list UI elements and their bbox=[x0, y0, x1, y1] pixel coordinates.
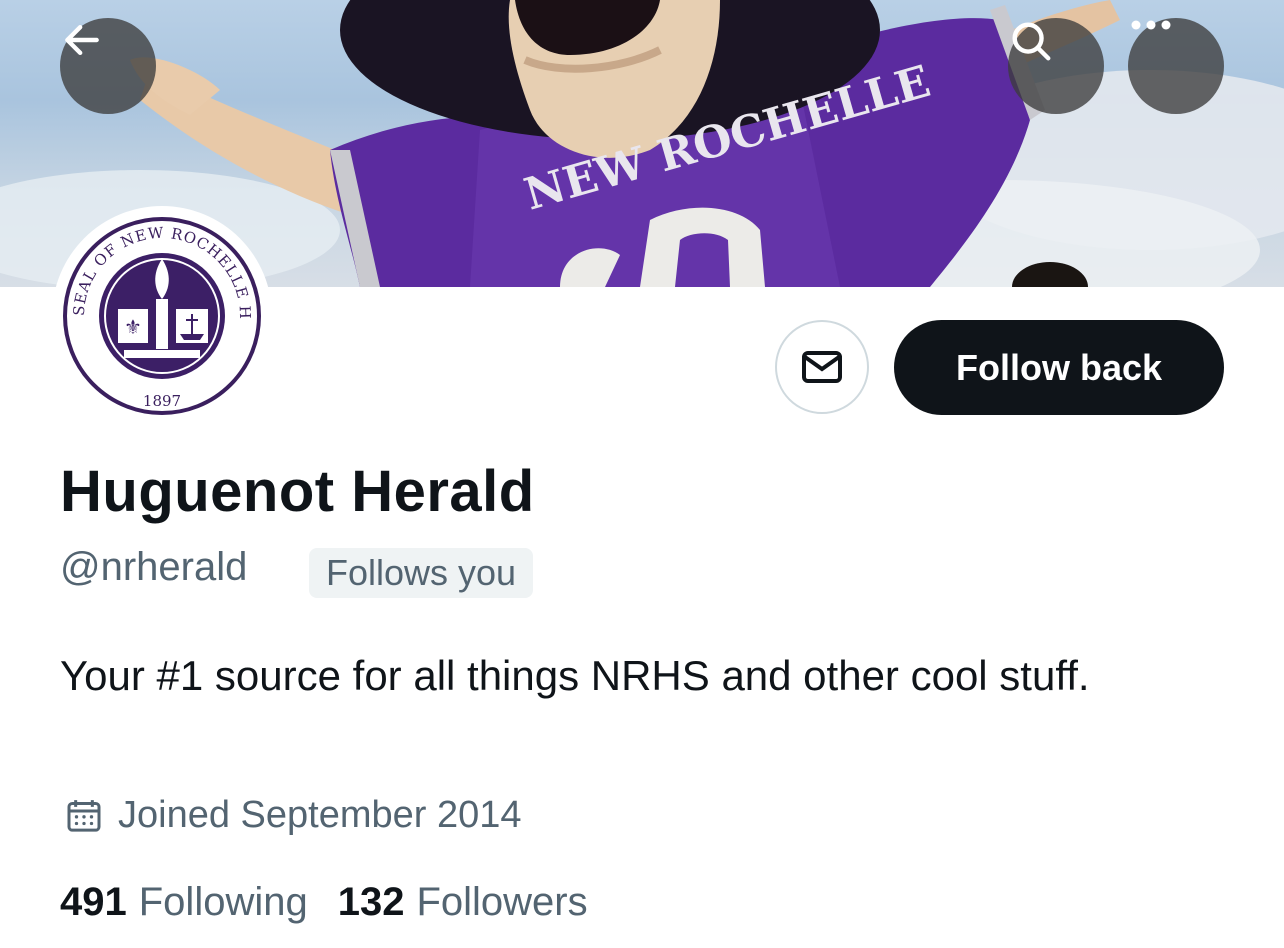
more-button[interactable] bbox=[1128, 18, 1224, 114]
arrow-left-icon bbox=[65, 24, 99, 56]
search-button[interactable] bbox=[1008, 18, 1104, 114]
follow-back-button[interactable]: Follow back bbox=[894, 320, 1224, 415]
search-icon bbox=[1012, 22, 1051, 61]
calendar-icon bbox=[67, 799, 101, 832]
following-label: Following bbox=[138, 880, 308, 924]
follows-you-badge: Follows you bbox=[309, 548, 534, 598]
following-link[interactable]: 491 Following bbox=[60, 880, 308, 925]
profile-bio: Your #1 source for all things NRHS and o… bbox=[60, 652, 1090, 699]
joined-text: Joined September 2014 bbox=[118, 794, 522, 836]
followers-count: 132 bbox=[337, 880, 405, 924]
followers-link[interactable]: 132 Followers bbox=[338, 880, 588, 925]
envelope-icon bbox=[802, 351, 842, 383]
seal-year: 1897 bbox=[143, 392, 181, 410]
followers-label: Followers bbox=[416, 880, 588, 924]
svg-text:⚜: ⚜ bbox=[124, 317, 142, 339]
display-name: Huguenot Herald bbox=[60, 459, 535, 524]
joined-date: Joined September 2014 bbox=[64, 794, 522, 837]
following-count: 491 bbox=[60, 880, 127, 924]
follow-stats: 491 Following 132 Followers bbox=[60, 880, 588, 925]
message-button[interactable] bbox=[775, 320, 869, 414]
back-button[interactable] bbox=[60, 18, 156, 114]
profile-avatar[interactable]: SEAL OF NEW ROCHELLE HIGH SCHOOL 1897 ⚜ bbox=[52, 206, 272, 426]
school-seal-logo: SEAL OF NEW ROCHELLE HIGH SCHOOL 1897 ⚜ bbox=[60, 214, 262, 416]
user-handle: @nrherald bbox=[60, 545, 248, 589]
more-horizontal-icon bbox=[1131, 20, 1171, 30]
